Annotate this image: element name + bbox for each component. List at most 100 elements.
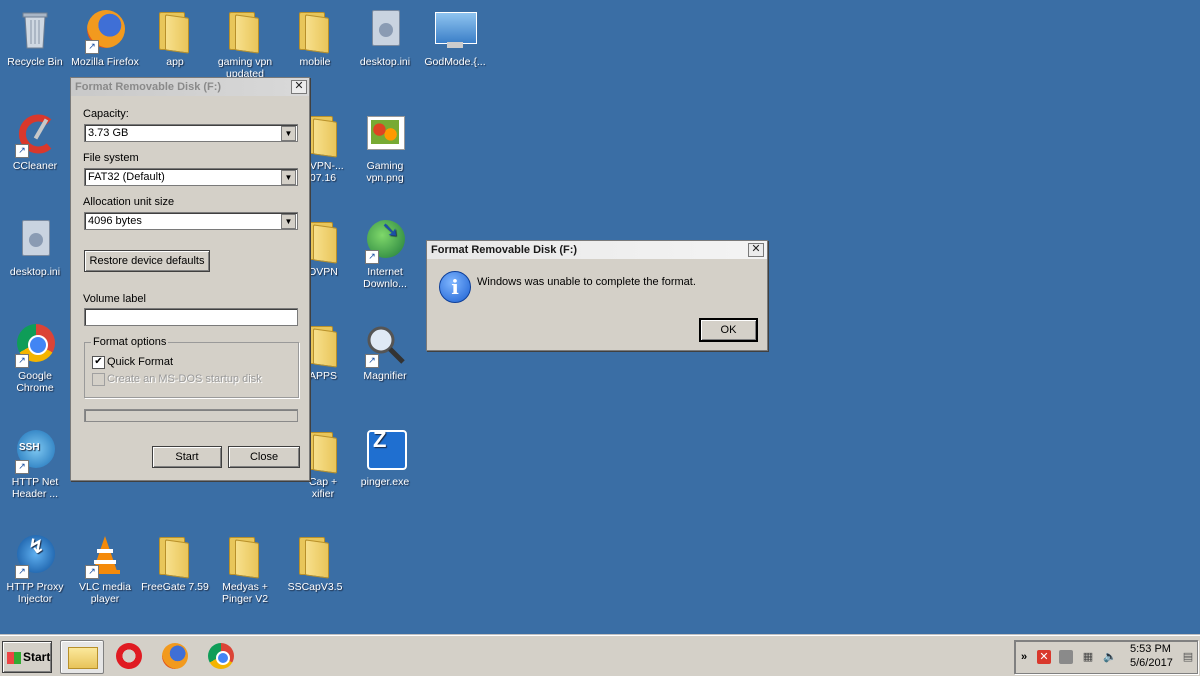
capacity-select[interactable]: 3.73 GB ▼ [84, 124, 298, 142]
clock-date[interactable]: 5/6/2017 [1130, 657, 1173, 669]
control-panel-icon [433, 8, 477, 52]
desktop-icon-label: FreeGate 7.59 [141, 581, 209, 593]
windows-logo-icon [7, 651, 21, 664]
ok-button[interactable]: OK [699, 318, 758, 342]
desktop-icon-label: HTTP Proxy Injector [6, 581, 64, 605]
start-menu-button[interactable]: Start [2, 641, 52, 673]
message-box-title: Format Removable Disk (F:) [431, 244, 578, 256]
folder-icon [223, 533, 267, 579]
restore-device-defaults-button[interactable]: Restore device defaults [84, 250, 210, 272]
shortcut-arrow-icon: ↗ [365, 250, 379, 264]
opera-icon [116, 643, 142, 669]
desktop-icon-mobile[interactable]: mobile [280, 8, 350, 68]
chrome-icon: ↗ [13, 322, 57, 368]
settings-file-icon [13, 218, 57, 262]
action-center-icon[interactable]: ▤ [1181, 650, 1195, 664]
desktop-icon-magnifier[interactable]: ↗ Magnifier [350, 322, 420, 382]
allocation-unit-value: 4096 bytes [88, 215, 142, 227]
desktop-icon-gaming-vpn-updated[interactable]: gaming vpn updated [210, 8, 280, 80]
format-dialog: Format Removable Disk (F:) ✕ Capacity: 3… [70, 77, 310, 481]
firefox-icon [162, 643, 188, 669]
format-options-legend: Format options [91, 336, 169, 348]
quick-format-label[interactable]: Quick Format [107, 356, 173, 368]
format-options-group: Format options ✔ Quick Format Create an … [84, 336, 299, 398]
speaker-volume-icon[interactable]: 🔈 [1103, 650, 1117, 664]
desktop-icon-desktop-ini[interactable]: desktop.ini [350, 8, 420, 68]
format-dialog-titlebar[interactable]: Format Removable Disk (F:) ✕ [71, 78, 309, 96]
desktop-icon-label: Internet Downlo... [363, 266, 407, 290]
quick-format-checkbox[interactable]: ✔ [92, 356, 105, 369]
folder-icon [68, 647, 98, 669]
desktop-icon-mozilla-firefox[interactable]: ↗ Mozilla Firefox [70, 8, 140, 68]
capacity-label: Capacity: [83, 108, 129, 120]
network-icon[interactable]: ▦ [1081, 650, 1095, 664]
desktop-icon-ccleaner[interactable]: ↗ CCleaner [0, 112, 70, 172]
chrome-center-icon [216, 651, 230, 665]
folder-icon [293, 8, 337, 54]
desktop-icon-label: desktop.ini [359, 56, 411, 68]
desktop-icon-label: Magnifier [363, 370, 407, 382]
folder-icon [153, 533, 197, 579]
desktop-icon-recycle-bin[interactable]: Recycle Bin [0, 8, 70, 68]
ccleaner-icon: ↗ [13, 112, 57, 158]
shortcut-arrow-icon: ↗ [15, 460, 29, 474]
desktop-icon-label: Gaming vpn.png [366, 160, 404, 184]
security-shield-icon[interactable]: ✕ [1037, 650, 1051, 664]
shortcut-arrow-icon: ↗ [15, 354, 29, 368]
chevron-down-icon[interactable]: ▼ [281, 170, 296, 185]
desktop-icon-gaming-vpn-png[interactable]: Gaming vpn.png [350, 112, 420, 184]
desktop-icon-label: Google Chrome [16, 370, 54, 394]
desktop-icon-pinger[interactable]: Z pinger.exe [350, 428, 420, 489]
desktop-icon-sscapv35[interactable]: SSCapV3.5 [280, 533, 350, 593]
desktop-icon-label: GodMode.{... [424, 56, 486, 68]
show-hidden-icons-button[interactable]: » [1017, 650, 1031, 664]
shortcut-arrow-icon: ↗ [85, 565, 99, 579]
taskbar-opera[interactable] [108, 640, 150, 672]
clock-time[interactable]: 5:53 PM [1130, 643, 1171, 655]
chevron-down-icon[interactable]: ▼ [281, 214, 296, 229]
message-box-close-button[interactable]: ✕ [748, 243, 764, 257]
proxy-injector-icon: ↯ ↗ [13, 533, 57, 579]
desktop-icon-label: Medyas + Pinger V2 [221, 581, 269, 605]
desktop-icon-http-proxy-injector[interactable]: ↯ ↗ HTTP Proxy Injector [0, 533, 70, 605]
close-button[interactable]: Close [228, 446, 300, 468]
vlc-cone-icon: ↗ [83, 533, 127, 579]
allocation-unit-label: Allocation unit size [83, 196, 175, 208]
error-message-box: Format Removable Disk (F:) ✕ i Windows w… [426, 240, 768, 351]
desktop-icon-medyas-pinger[interactable]: Medyas + Pinger V2 [210, 533, 280, 605]
desktop-icon-label: VLC media player [79, 581, 131, 605]
volume-label-label: Volume label [83, 293, 146, 305]
desktop-icon-freegate[interactable]: FreeGate 7.59 [140, 533, 210, 593]
chevron-down-icon[interactable]: ▼ [281, 126, 296, 141]
desktop-icon-google-chrome[interactable]: ↗ Google Chrome [0, 322, 70, 394]
desktop-icon-vlc[interactable]: ↗ VLC media player [70, 533, 140, 605]
msdos-startup-label[interactable]: Create an MS-DOS startup disk [107, 373, 262, 385]
format-dialog-close-button[interactable]: ✕ [291, 80, 307, 94]
allocation-unit-select[interactable]: 4096 bytes ▼ [84, 212, 298, 230]
desktop-icon-label: SSCapV3.5 [287, 581, 343, 593]
desktop-icon-http-net-header[interactable]: SSH ↗ HTTP Net Header ... [0, 428, 70, 500]
desktop-icon-desktop-ini-2[interactable]: desktop.ini [0, 218, 70, 278]
taskbar-windows-explorer[interactable] [60, 640, 104, 674]
capacity-value: 3.73 GB [88, 127, 129, 139]
desktop-icon-internet-download-manager[interactable]: ➘ ↗ Internet Downlo... [350, 218, 420, 291]
msdos-startup-checkbox[interactable] [92, 373, 105, 386]
volume-label-input[interactable] [84, 308, 298, 326]
info-icon: i [439, 271, 471, 303]
ssh-globe-icon: SSH ↗ [13, 428, 57, 474]
desktop-icon-label: pinger.exe [360, 476, 410, 488]
message-box-titlebar[interactable]: Format Removable Disk (F:) ✕ [427, 241, 767, 259]
start-button[interactable]: Start [152, 446, 222, 468]
filesystem-label: File system [83, 152, 139, 164]
desktop-icon-godmode[interactable]: GodMode.{... [420, 8, 490, 68]
folder-icon [293, 533, 337, 579]
taskbar-firefox[interactable] [154, 640, 196, 672]
firefox-icon: ↗ [83, 8, 127, 54]
taskbar-chrome[interactable] [200, 640, 242, 672]
filesystem-select[interactable]: FAT32 (Default) ▼ [84, 168, 298, 186]
desktop-icon-label: desktop.ini [9, 266, 61, 278]
desktop-icon-label: app [166, 56, 184, 68]
desktop-icon-app-folder[interactable]: app [140, 8, 210, 68]
usb-device-icon[interactable] [1059, 650, 1073, 664]
download-manager-icon: ➘ ↗ [363, 218, 407, 264]
